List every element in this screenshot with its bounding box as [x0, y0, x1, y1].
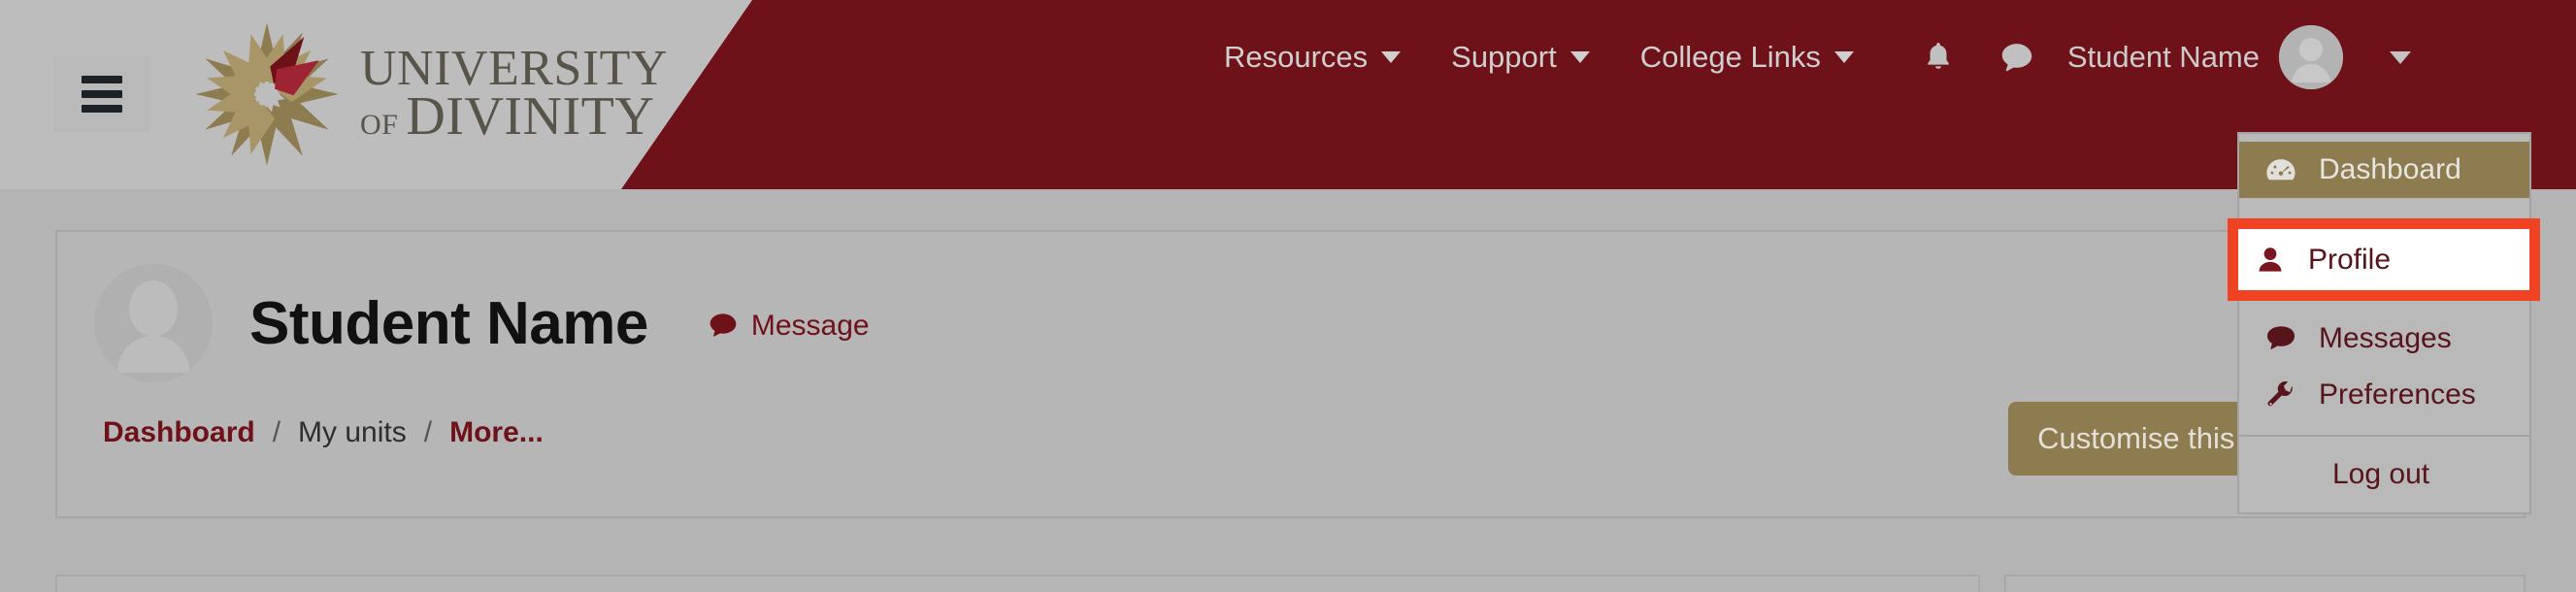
nav-label: Support — [1451, 40, 1557, 74]
header-icon-group: Student Name — [1900, 25, 2411, 89]
chevron-down-icon — [1833, 51, 1854, 63]
bell-icon — [1927, 43, 1949, 69]
chevron-down-icon — [2390, 50, 2411, 64]
page-root: UNIVERSITY OF DIVINITY Resources Support… — [0, 0, 2576, 592]
menu-item-dashboard[interactable]: Dashboard — [2239, 142, 2529, 198]
content-card-right — [2004, 575, 2526, 592]
nav-label: College Links — [1639, 40, 1821, 74]
breadcrumb-separator: / — [423, 416, 433, 448]
message-link[interactable]: Message — [709, 310, 870, 343]
notifications-button[interactable] — [1900, 40, 1976, 75]
logo-line-2: DIVINITY — [406, 86, 655, 148]
profile-identity-row: Student Name Message — [94, 264, 870, 382]
avatar[interactable] — [94, 264, 213, 382]
hamburger-bar — [82, 76, 122, 83]
default-user-avatar-icon — [94, 264, 213, 382]
wrench-icon — [2264, 380, 2297, 410]
user-dropdown-menu: Dashboard Profile Grades — [2237, 132, 2531, 514]
message-label: Message — [750, 310, 870, 342]
menu-item-logout[interactable]: Log out — [2239, 446, 2529, 503]
avatar — [2279, 25, 2343, 89]
nav-label: Resources — [1223, 40, 1369, 74]
breadcrumb-item-more[interactable]: More... — [449, 416, 544, 449]
primary-navigation: Resources Support College Links Student … — [1199, 0, 2411, 115]
nav-item-support[interactable]: Support — [1426, 40, 1615, 75]
university-star-logo-icon — [195, 22, 339, 166]
header-user-name: Student Name — [2066, 40, 2260, 74]
user-menu-toggle[interactable]: Student Name — [2058, 25, 2411, 89]
messages-button[interactable] — [1976, 41, 2058, 74]
menu-item-label: Preferences — [2319, 378, 2476, 411]
page-title: Student Name — [249, 289, 648, 357]
logo-wordmark: UNIVERSITY OF DIVINITY — [360, 44, 668, 148]
speech-bubble-icon — [2001, 44, 2032, 72]
logo-of: OF — [360, 109, 399, 142]
nav-item-college-links[interactable]: College Links — [1615, 40, 1879, 75]
menu-item-profile[interactable]: Profile — [2238, 229, 2529, 290]
menu-item-messages[interactable]: Messages — [2239, 311, 2529, 367]
menu-item-label: Messages — [2319, 322, 2452, 354]
breadcrumb-item-dashboard[interactable]: Dashboard — [103, 416, 255, 449]
person-icon — [2254, 247, 2287, 274]
breadcrumb-item-my-units: My units — [298, 416, 407, 448]
menu-item-label: Dashboard — [2319, 153, 2461, 185]
chevron-down-icon — [1569, 51, 1590, 63]
menu-item-label: Profile — [2308, 243, 2392, 276]
gauge-icon — [2264, 156, 2297, 183]
chevron-down-icon — [1381, 51, 1402, 63]
hamburger-menu-button[interactable] — [53, 56, 150, 132]
site-logo[interactable]: UNIVERSITY OF DIVINITY — [189, 12, 668, 177]
nav-item-resources[interactable]: Resources — [1199, 40, 1426, 75]
profile-header-card: Student Name Message Dashboard / My unit… — [55, 230, 2526, 518]
speech-bubble-icon — [2264, 325, 2297, 352]
content-card-left — [55, 575, 1980, 592]
breadcrumb: Dashboard / My units / More... — [103, 416, 544, 449]
breadcrumb-separator: / — [272, 416, 281, 448]
hamburger-bar — [82, 90, 122, 98]
hamburger-bar — [82, 105, 122, 113]
site-header: UNIVERSITY OF DIVINITY Resources Support… — [0, 0, 2576, 189]
speech-bubble-icon — [710, 313, 737, 337]
default-user-avatar-icon — [2279, 25, 2343, 89]
menu-item-preferences[interactable]: Preferences — [2239, 367, 2529, 423]
menu-divider — [2239, 435, 2529, 437]
